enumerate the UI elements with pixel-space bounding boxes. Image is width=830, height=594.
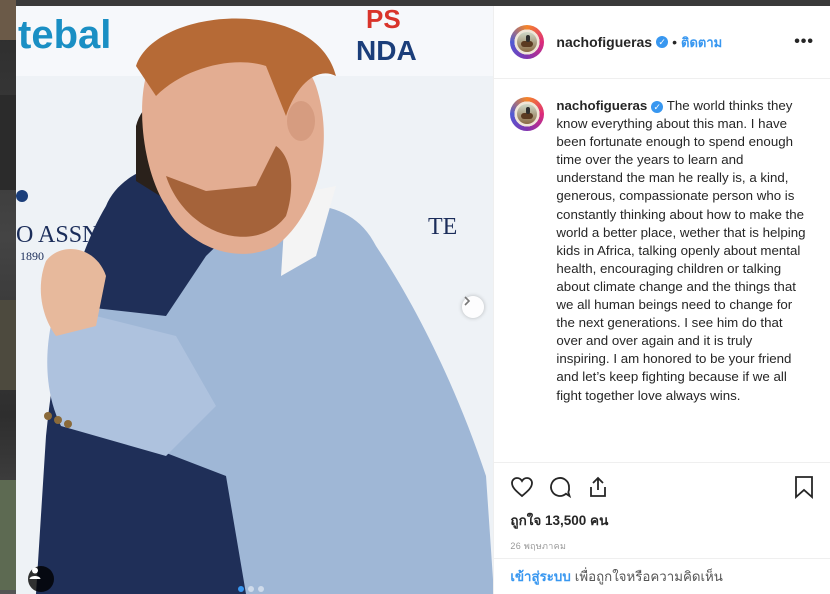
comment-button[interactable] — [548, 475, 572, 499]
carousel-dot — [258, 586, 264, 592]
verified-badge-icon: ✓ — [656, 36, 669, 48]
caption-body: The world thinks they know everything ab… — [556, 98, 806, 403]
header-username[interactable]: nachofigueras — [556, 34, 652, 50]
photo-illustration: tebal PS NDA O ASSN 1890 TE — [16, 6, 494, 594]
post-photo[interactable]: tebal PS NDA O ASSN 1890 TE — [16, 6, 494, 594]
sign-year: 1890 — [20, 249, 44, 263]
post-date[interactable]: 26 พฤษภาคม — [494, 531, 830, 553]
verified-badge-icon: ✓ — [651, 101, 664, 114]
user-icon — [29, 567, 41, 579]
bookmark-icon — [795, 476, 814, 499]
post-modal: tebal PS NDA O ASSN 1890 TE nachofiguera… — [16, 6, 830, 594]
login-link[interactable]: เข้าสู่ระบบ — [510, 566, 570, 587]
post-header: nachofigueras ✓ • ติดตาม ••• — [494, 6, 830, 79]
more-options-icon[interactable]: ••• — [794, 33, 814, 51]
carousel-dot — [238, 586, 244, 592]
share-icon — [590, 476, 607, 497]
caption-username[interactable]: nachofigueras — [556, 98, 647, 113]
background-feed — [0, 0, 16, 594]
chevron-right-icon — [464, 296, 471, 306]
follow-button[interactable]: ติดตาม — [681, 32, 722, 53]
login-prompt-text: เพื่อถูกใจหรือความคิดเห็น — [574, 569, 723, 584]
login-prompt: เข้าสู่ระบบ เพื่อถูกใจหรือความคิดเห็น — [494, 558, 830, 594]
next-photo-button[interactable] — [462, 296, 484, 318]
svg-text:PS: PS — [366, 6, 401, 34]
caption-text: nachofigueras ✓ The world thinks they kno… — [556, 97, 806, 405]
share-button[interactable] — [586, 475, 610, 499]
carousel-dot — [248, 586, 254, 592]
post-side-panel: nachofigueras ✓ • ติดตาม ••• nachofiguer… — [493, 6, 830, 594]
avatar[interactable] — [510, 25, 545, 59]
post-actions: ถูกใจ 13,500 คน 26 พฤษภาคม — [494, 462, 830, 553]
avatar[interactable] — [510, 97, 545, 131]
svg-text:NDA: NDA — [356, 35, 417, 66]
heart-icon — [511, 477, 534, 498]
sign-text: O ASSN — [16, 222, 99, 248]
sign-right: TE — [428, 214, 457, 240]
like-count[interactable]: ถูกใจ 13,500 คน — [494, 503, 830, 531]
comment-icon — [550, 477, 572, 499]
like-button[interactable] — [510, 476, 534, 498]
save-button[interactable] — [794, 475, 814, 499]
carousel-indicator — [238, 586, 264, 592]
banner-text-left: tebal — [18, 13, 111, 57]
separator-dot: • — [672, 34, 678, 50]
tagged-users-button[interactable] — [28, 566, 54, 592]
caption-comment: nachofigueras ✓ The world thinks they kno… — [494, 79, 830, 405]
